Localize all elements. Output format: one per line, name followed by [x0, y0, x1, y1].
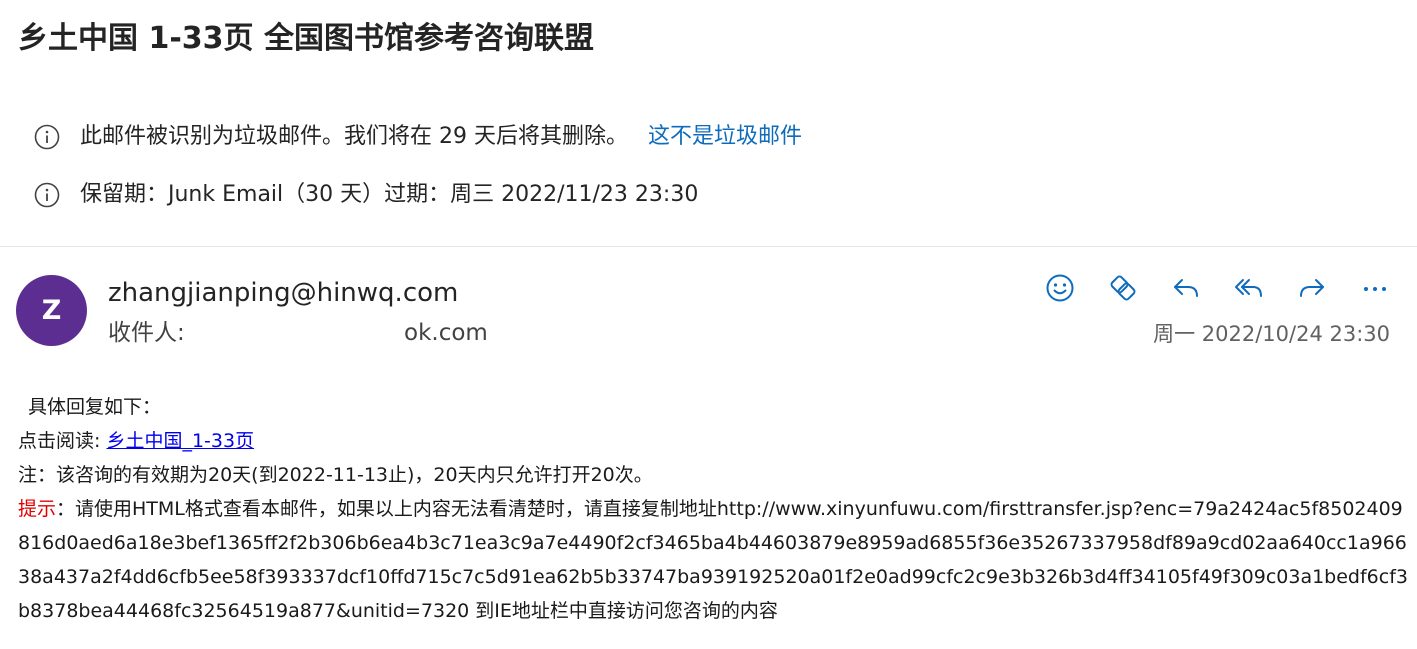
retention-notice-text: 保留期：Junk Email（30 天）过期：周三 2022/11/23 23:… [80, 182, 699, 207]
read-line: 点击阅读: 乡土中国_1-33页 [18, 424, 1408, 458]
hint-paragraph: 提示：请使用HTML格式查看本邮件，如果以上内容无法看清楚时，请直接复制地址ht… [18, 492, 1408, 628]
message-body: 具体回复如下： 点击阅读: 乡土中国_1-33页 注：该咨询的有效期为20天(到… [18, 390, 1408, 628]
reply-icon[interactable] [1166, 270, 1206, 306]
read-label: 点击阅读: [18, 430, 107, 452]
body-intro: 具体回复如下： [28, 396, 162, 418]
not-junk-link[interactable]: 这不是垃圾邮件 [648, 122, 802, 152]
recipient-value[interactable]: ok.com [404, 316, 488, 350]
junk-notice: 此邮件被识别为垃圾邮件。我们将在 29 天后将其删除。 这不是垃圾邮件 [34, 122, 802, 152]
retention-notice: 保留期：Junk Email（30 天）过期：周三 2022/11/23 23:… [34, 180, 698, 210]
recipient-label: 收件人: [108, 320, 185, 346]
message-datetime: 周一 2022/10/24 23:30 [1153, 322, 1390, 346]
divider [0, 246, 1417, 247]
hint-text: ：请使用HTML格式查看本邮件，如果以上内容无法看清楚时，请直接复制地址http… [18, 498, 1408, 622]
reply-all-icon[interactable] [1229, 270, 1269, 306]
forward-icon[interactable] [1292, 270, 1332, 306]
message-actions [1040, 270, 1395, 306]
junk-notice-text: 此邮件被识别为垃圾邮件。我们将在 29 天后将其删除。 [80, 124, 628, 149]
sender-address[interactable]: zhangjianping@hinwq.com [108, 276, 458, 310]
info-icon [34, 124, 60, 150]
email-subject: 乡土中国 1-33页 全国图书馆参考咨询联盟 [18, 21, 594, 56]
forward-to-teams-icon[interactable] [1103, 270, 1143, 306]
more-icon[interactable] [1355, 270, 1395, 306]
smiley-icon[interactable] [1040, 270, 1080, 306]
info-icon [34, 182, 60, 208]
sender-avatar[interactable]: Z [16, 275, 87, 346]
hint-label: 提示 [18, 498, 57, 520]
recipient-row: 收件人: ok.com [108, 316, 488, 350]
read-link[interactable]: 乡土中国_1-33页 [106, 430, 254, 452]
validity-note: 注：该咨询的有效期为20天(到2022-11-13止)，20天内只允许打开20次… [18, 464, 653, 486]
